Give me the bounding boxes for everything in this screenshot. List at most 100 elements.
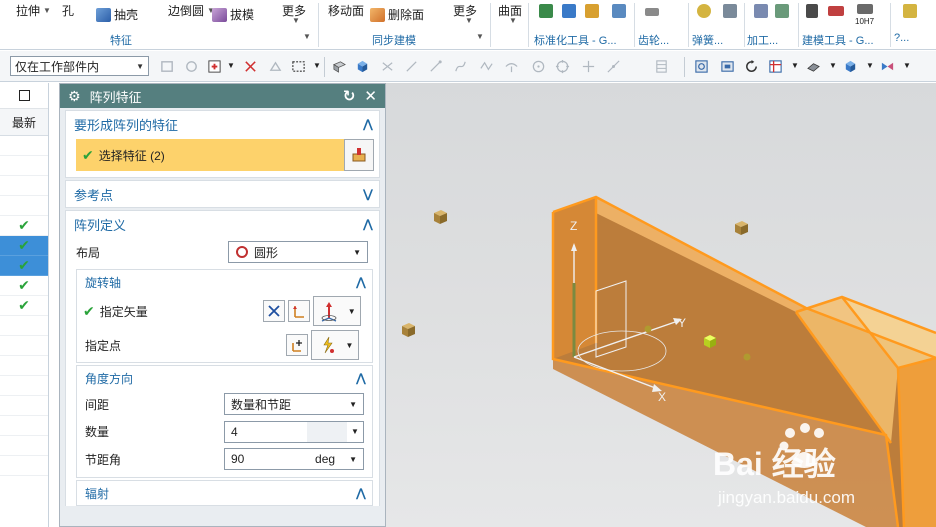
snap-point-icon[interactable] xyxy=(207,59,222,74)
table-row[interactable] xyxy=(0,456,48,476)
spline-snap-icon[interactable] xyxy=(479,59,494,74)
standard-tool-icon[interactable] xyxy=(539,4,553,18)
curve-snap-icon[interactable] xyxy=(453,59,468,74)
section-header[interactable]: 参考点 ⋁ xyxy=(66,181,379,207)
spring-tool-icon[interactable] xyxy=(723,4,737,18)
chevron-down-icon[interactable]: ▼ xyxy=(313,61,321,70)
pattern-instance-cube[interactable] xyxy=(402,323,415,337)
subsection-header[interactable]: 辐射 ⋀ xyxy=(77,481,372,505)
chevron-up-icon[interactable]: ⋀ xyxy=(356,486,366,500)
line-snap-icon[interactable] xyxy=(404,59,419,74)
solid-display-icon[interactable] xyxy=(843,59,858,74)
standard-tool-icon[interactable] xyxy=(585,4,599,18)
modeling-tool-icon[interactable] xyxy=(857,4,873,14)
vector-dialog-button[interactable] xyxy=(287,300,310,322)
shell-button[interactable]: 抽壳 xyxy=(96,6,138,23)
sync-group-dropdown[interactable]: ▼ xyxy=(476,32,484,41)
table-row[interactable]: ✔ xyxy=(0,216,48,236)
zoom-view-icon[interactable] xyxy=(720,59,735,74)
chevron-down-icon[interactable]: ▼ xyxy=(349,455,357,464)
chevron-down-icon[interactable]: ▼ xyxy=(347,427,363,436)
column-header-latest[interactable]: 最新 xyxy=(0,109,48,136)
table-row[interactable] xyxy=(0,316,48,336)
graphics-viewport[interactable]: Z Y X Bai 经验 jingyan.baidu.com xyxy=(386,83,936,527)
chevron-down-icon[interactable]: ▼ xyxy=(43,6,51,15)
point-snap-icon[interactable] xyxy=(380,59,395,74)
machining-tool-icon[interactable] xyxy=(754,4,768,18)
extra-tool-icon[interactable] xyxy=(903,4,917,18)
table-row[interactable] xyxy=(0,196,48,216)
standard-tool-icon[interactable] xyxy=(612,4,626,18)
subsection-header[interactable]: 角度方向 ⋀ xyxy=(77,366,372,390)
hole-button[interactable]: 孔 xyxy=(62,2,74,19)
quadrant-snap-icon[interactable] xyxy=(555,59,570,74)
select-feature-field[interactable]: ✔ 选择特征 (2) xyxy=(76,139,374,171)
table-row[interactable] xyxy=(0,376,48,396)
chevron-down-icon[interactable]: ⋁ xyxy=(363,187,373,201)
edge-blend-button[interactable]: 边倒圆 ▼ xyxy=(168,2,215,19)
delete-face-button[interactable]: 删除面 xyxy=(370,6,424,23)
surface-dropdown[interactable]: ▼ xyxy=(509,16,517,25)
table-row[interactable] xyxy=(0,136,48,156)
reset-icon[interactable]: ↻ xyxy=(343,87,356,105)
visibility-icon[interactable] xyxy=(880,59,895,74)
arc-center-icon[interactable] xyxy=(531,59,546,74)
pattern-instance-cube[interactable] xyxy=(735,221,748,235)
draft-button[interactable]: 拔模 xyxy=(212,6,254,23)
model-canvas[interactable]: Z Y X Bai 经验 jingyan.baidu.com xyxy=(386,83,936,527)
table-row[interactable] xyxy=(0,436,48,456)
table-row[interactable]: ✔ xyxy=(0,296,48,316)
chevron-up-icon[interactable]: ⋀ xyxy=(356,371,366,385)
pitch-angle-input[interactable]: 90 deg ▼ xyxy=(224,448,364,470)
pattern-instance-cube[interactable] xyxy=(434,210,447,224)
count-spinner[interactable] xyxy=(307,421,347,442)
chevron-up-icon[interactable]: ⋀ xyxy=(356,275,366,289)
select-feature-button[interactable] xyxy=(344,139,374,171)
table-row[interactable] xyxy=(0,156,48,176)
section-header[interactable]: 阵列定义 ⋀ xyxy=(66,211,379,237)
standard-tool-icon[interactable] xyxy=(562,4,576,18)
snap-intersect-icon[interactable] xyxy=(243,59,258,74)
more-sync-dropdown[interactable]: ▼ xyxy=(465,16,473,25)
spacing-dropdown[interactable]: 数量和节距 ▼ xyxy=(224,393,364,415)
grid-snap-icon[interactable] xyxy=(654,59,669,74)
orient-view-icon[interactable] xyxy=(768,59,783,74)
select-filter-icon[interactable] xyxy=(160,59,175,74)
point-dialog-button[interactable] xyxy=(286,334,308,356)
point-type-dropdown[interactable]: ▼ xyxy=(311,330,359,360)
subsection-header[interactable]: 旋转轴 ⋀ xyxy=(77,270,372,294)
gear-tool-icon[interactable] xyxy=(645,8,659,16)
table-row[interactable] xyxy=(0,336,48,356)
section-header[interactable]: 要形成阵列的特征 ⋀ xyxy=(66,111,379,137)
more-features-dropdown[interactable]: ▼ xyxy=(292,16,300,25)
chevron-up-icon[interactable]: ⋀ xyxy=(363,117,373,131)
move-face-button[interactable]: 移动面 xyxy=(328,2,364,19)
close-icon[interactable]: ✕ xyxy=(364,87,377,105)
existing-point-icon[interactable] xyxy=(581,59,596,74)
features-group-dropdown[interactable]: ▼ xyxy=(303,32,311,41)
chevron-down-icon[interactable]: ▼ xyxy=(866,61,874,70)
render-style-icon[interactable] xyxy=(806,59,821,74)
shaded-display-icon[interactable] xyxy=(332,59,347,74)
table-row[interactable]: ✔ xyxy=(0,256,48,276)
table-row[interactable] xyxy=(0,416,48,436)
chevron-down-icon[interactable]: ▼ xyxy=(829,61,837,70)
end-point-icon[interactable] xyxy=(428,59,443,74)
machining-tool-icon[interactable] xyxy=(775,4,789,18)
tangent-snap-icon[interactable] xyxy=(504,59,519,74)
layout-dropdown[interactable]: 圆形 ▼ xyxy=(228,241,368,263)
snap-control-icon[interactable] xyxy=(268,59,283,74)
table-row[interactable] xyxy=(0,396,48,416)
count-input[interactable]: 4 ▼ xyxy=(224,420,364,443)
chevron-up-icon[interactable]: ⋀ xyxy=(363,217,373,231)
table-row[interactable]: ✔ xyxy=(0,276,48,296)
fit-view-icon[interactable] xyxy=(694,59,709,74)
selection-scope-dropdown[interactable]: 仅在工作部件内 ▼ xyxy=(10,56,149,76)
extrude-button[interactable]: 拉伸 ▼ xyxy=(16,2,51,19)
spring-tool-icon[interactable] xyxy=(697,4,711,18)
chevron-down-icon[interactable]: ▼ xyxy=(791,61,799,70)
table-row[interactable]: ✔ xyxy=(0,236,48,256)
gear-icon[interactable]: ⚙ xyxy=(68,88,81,105)
rectangle-select-icon[interactable] xyxy=(291,59,306,74)
table-row[interactable] xyxy=(0,356,48,376)
